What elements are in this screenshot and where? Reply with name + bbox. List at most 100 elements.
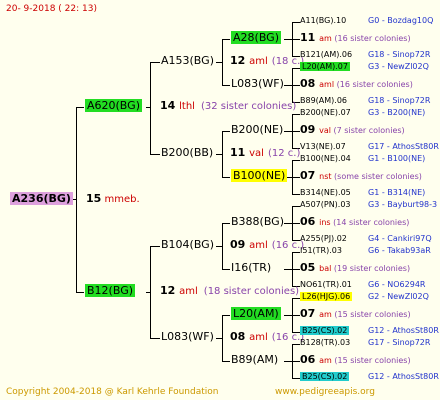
g4-top-name: B100(NE).04 [300, 154, 351, 163]
g3-name: L083(WF) [231, 77, 284, 90]
g4-bot-name: B25(CS).02 [300, 326, 350, 335]
g4-bot-2[interactable]: B89(AM).06 G18 - Sinop72R [300, 95, 430, 107]
root-gen-number: 15 [86, 192, 102, 205]
footer-site[interactable]: www.pedigreeapis.org [275, 386, 375, 398]
footer-copyright: Copyright 2004-2018 @ Karl Kehrle Founda… [6, 387, 219, 397]
g3-node-2[interactable]: L083(WF) [231, 78, 284, 91]
g4-mid-4: 07 nst (some sister colonies) [300, 170, 422, 183]
connector-v [222, 315, 223, 361]
g3-node-5[interactable]: B388(BG) [231, 216, 284, 229]
g4-bot-name: NO61(TR).01 [300, 280, 352, 289]
header-date: 20- 9-2018 ( 22: 13) [6, 4, 97, 14]
g3-node-6[interactable]: I16(TR) [231, 262, 271, 275]
g3-name: B89(AM) [231, 353, 279, 366]
g4-top-3[interactable]: B200(NE).07 G3 - B200(NE) [300, 107, 425, 119]
g3-name: I16(TR) [231, 261, 272, 274]
connector-h [150, 154, 160, 155]
g4-top-name: L20(AM).07 [300, 62, 350, 71]
g4-top-code: G17 - Sinop72R [368, 338, 431, 347]
g4-sister-count: (15 sister colonies) [331, 310, 411, 319]
connector-h [222, 315, 230, 316]
g4-top-1[interactable]: A11(BG).10 G0 - Bozdag10Q [300, 15, 433, 27]
g2-node-1[interactable]: A153(BG) [161, 55, 214, 68]
g4-bot-name: B314(NE).05 [300, 188, 351, 197]
g4-top-name: A507(PN).03 [300, 200, 351, 209]
g4-gen-number: 06 [300, 215, 320, 228]
g4-top-2[interactable]: L20(AM).07 G3 - NewZl02Q [300, 61, 429, 73]
connector-h [150, 62, 160, 63]
g4-top-7[interactable]: L26(HJG).06 G2 - NewZl02Q [300, 291, 429, 303]
connector-h [222, 361, 230, 362]
g4-mid-8: 06 am (15 sister colonies) [300, 354, 411, 367]
g4-gen-label: am [319, 356, 332, 365]
g4-bot-8[interactable]: B25(CS).02 G12 - AthosSt80R [300, 371, 439, 383]
g4-top-code: G3 - B200(NE) [368, 108, 426, 117]
connector-h [222, 177, 230, 178]
g4-bot-1[interactable]: B121(AM).06 G18 - Sinop72R [300, 49, 430, 61]
g4-bot-4[interactable]: B314(NE).05 G1 - B314(NE) [300, 187, 425, 199]
g3-node-8[interactable]: B89(AM) [231, 354, 278, 367]
g4-gen-number: 11 [300, 31, 320, 44]
g4-gen-number: 08 [300, 77, 320, 90]
connector-v [76, 107, 77, 292]
g3-node-1[interactable]: A28(BG) [231, 31, 281, 45]
g4-bot-5[interactable]: A255(PJ).02 G4 - Cankiri97Q [300, 233, 432, 245]
g3-node-7[interactable]: L20(AM) [231, 307, 281, 321]
connector-h [292, 194, 300, 195]
g4-bot-6[interactable]: NO61(TR).01 G6 - NO6294R [300, 279, 425, 291]
g4-bot-code: G1 - B314(NE) [368, 188, 426, 197]
connector-h [150, 246, 160, 247]
g3-name: A28(BG) [231, 31, 281, 44]
g4-gen-number: 05 [300, 261, 320, 274]
connector-h [216, 246, 222, 247]
g4-bot-7[interactable]: B25(CS).02 G12 - AthosSt80R [300, 325, 439, 337]
g4-top-4[interactable]: B100(NE).04 G1 - B100(NE) [300, 153, 425, 165]
g1-gen-number: 12 [160, 284, 180, 297]
g4-top-code: G0 - Bozdag10Q [368, 16, 434, 25]
g3-node-4[interactable]: B100(NE) [231, 169, 288, 183]
g2-node-2[interactable]: B200(BB) [161, 147, 213, 160]
g4-mid-1: 11 am (16 sister colonies) [300, 32, 411, 45]
connector-v [150, 246, 151, 338]
connector-h [292, 344, 300, 345]
g4-bot-code: G12 - AthosSt80R [368, 326, 439, 335]
connector-h [292, 177, 300, 178]
g4-gen-label: ins [319, 218, 331, 227]
connector-h [146, 107, 150, 108]
g2-sister-count: (12 c.) [267, 148, 301, 159]
g4-top-8[interactable]: B128(TR).03 G17 - Sinop72R [300, 337, 430, 349]
g4-sister-count: (15 sister colonies) [331, 356, 411, 365]
g1-node-2[interactable]: B12(BG) [85, 284, 136, 298]
g3-node-3[interactable]: B200(NE) [231, 124, 283, 137]
g2-info-3: 09 aml (16 c.) [230, 239, 304, 252]
g2-gen-label: aml [249, 56, 268, 67]
g4-gen-number: 09 [300, 123, 320, 136]
connector-h [284, 131, 292, 132]
connector-h [222, 269, 230, 270]
g2-gen-label: aml [249, 332, 268, 343]
g4-sister-count: (16 sister colonies) [331, 34, 411, 43]
root-gen-label: mmeb. [104, 194, 140, 205]
g4-top-code: G1 - B100(NE) [368, 154, 426, 163]
g1-node-1[interactable]: A620(BG) [85, 99, 142, 113]
g2-node-4[interactable]: L083(WF) [161, 331, 214, 344]
g1-gen-label: aml [179, 286, 198, 297]
g4-gen-label: val [319, 126, 331, 135]
root-node[interactable]: A236(BG) [10, 192, 73, 206]
g4-top-6[interactable]: I51(TR).03 G6 - Takab93aR [300, 245, 431, 257]
g3-name: L20(AM) [231, 307, 281, 320]
g2-node-3[interactable]: B104(BG) [161, 239, 214, 252]
connector-h [292, 39, 300, 40]
g4-gen-number: 07 [300, 307, 320, 320]
g2-gen-number: 11 [230, 146, 250, 159]
g4-top-5[interactable]: A507(PN).03 G3 - Bayburt98-3 [300, 199, 437, 211]
root-name: A236(BG) [10, 192, 73, 205]
connector-h [292, 85, 300, 86]
g4-top-name: I51(TR).03 [300, 246, 342, 255]
root-gen: 15 mmeb. [86, 193, 140, 206]
g4-gen-label: nst [319, 172, 332, 181]
g4-bot-3[interactable]: V13(NE).07 G17 - AthosSt80R [300, 141, 439, 153]
g4-mid-2: 08 aml (16 sister colonies) [300, 78, 413, 91]
connector-h [292, 378, 300, 379]
g4-gen-label: am [319, 34, 332, 43]
